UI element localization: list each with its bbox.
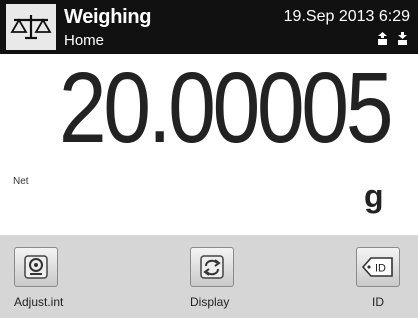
id-label: ID — [372, 295, 384, 309]
header-bar: Weighing Home 19.Sep 2013 6:29 — [0, 0, 418, 54]
function-key-bar: Adjust.int Display ID ID — [0, 235, 418, 318]
upload-status-icon — [378, 32, 387, 45]
app-title: Weighing — [64, 6, 152, 28]
app-subtitle: Home — [64, 32, 105, 49]
status-icons — [377, 32, 408, 45]
display-button[interactable] — [190, 247, 234, 287]
id-tag-icon: ID — [361, 257, 393, 277]
internal-adjustment-icon — [24, 255, 48, 279]
date-time: 19.Sep 2013 6:29 — [283, 8, 410, 25]
refresh-arrows-icon — [200, 255, 224, 279]
svg-text:ID: ID — [375, 263, 386, 275]
adjust-int-button[interactable] — [14, 247, 58, 287]
weight-value: 20.00005 — [58, 52, 394, 164]
download-status-icon — [398, 32, 407, 45]
id-button[interactable]: ID — [356, 247, 400, 287]
weighing-app-button[interactable] — [6, 4, 56, 50]
balance-scale-icon — [10, 15, 52, 40]
weight-unit[interactable]: g — [364, 178, 384, 215]
adjust-int-label: Adjust.int — [14, 295, 64, 309]
net-label: Net — [13, 176, 29, 187]
display-label: Display — [190, 295, 230, 309]
